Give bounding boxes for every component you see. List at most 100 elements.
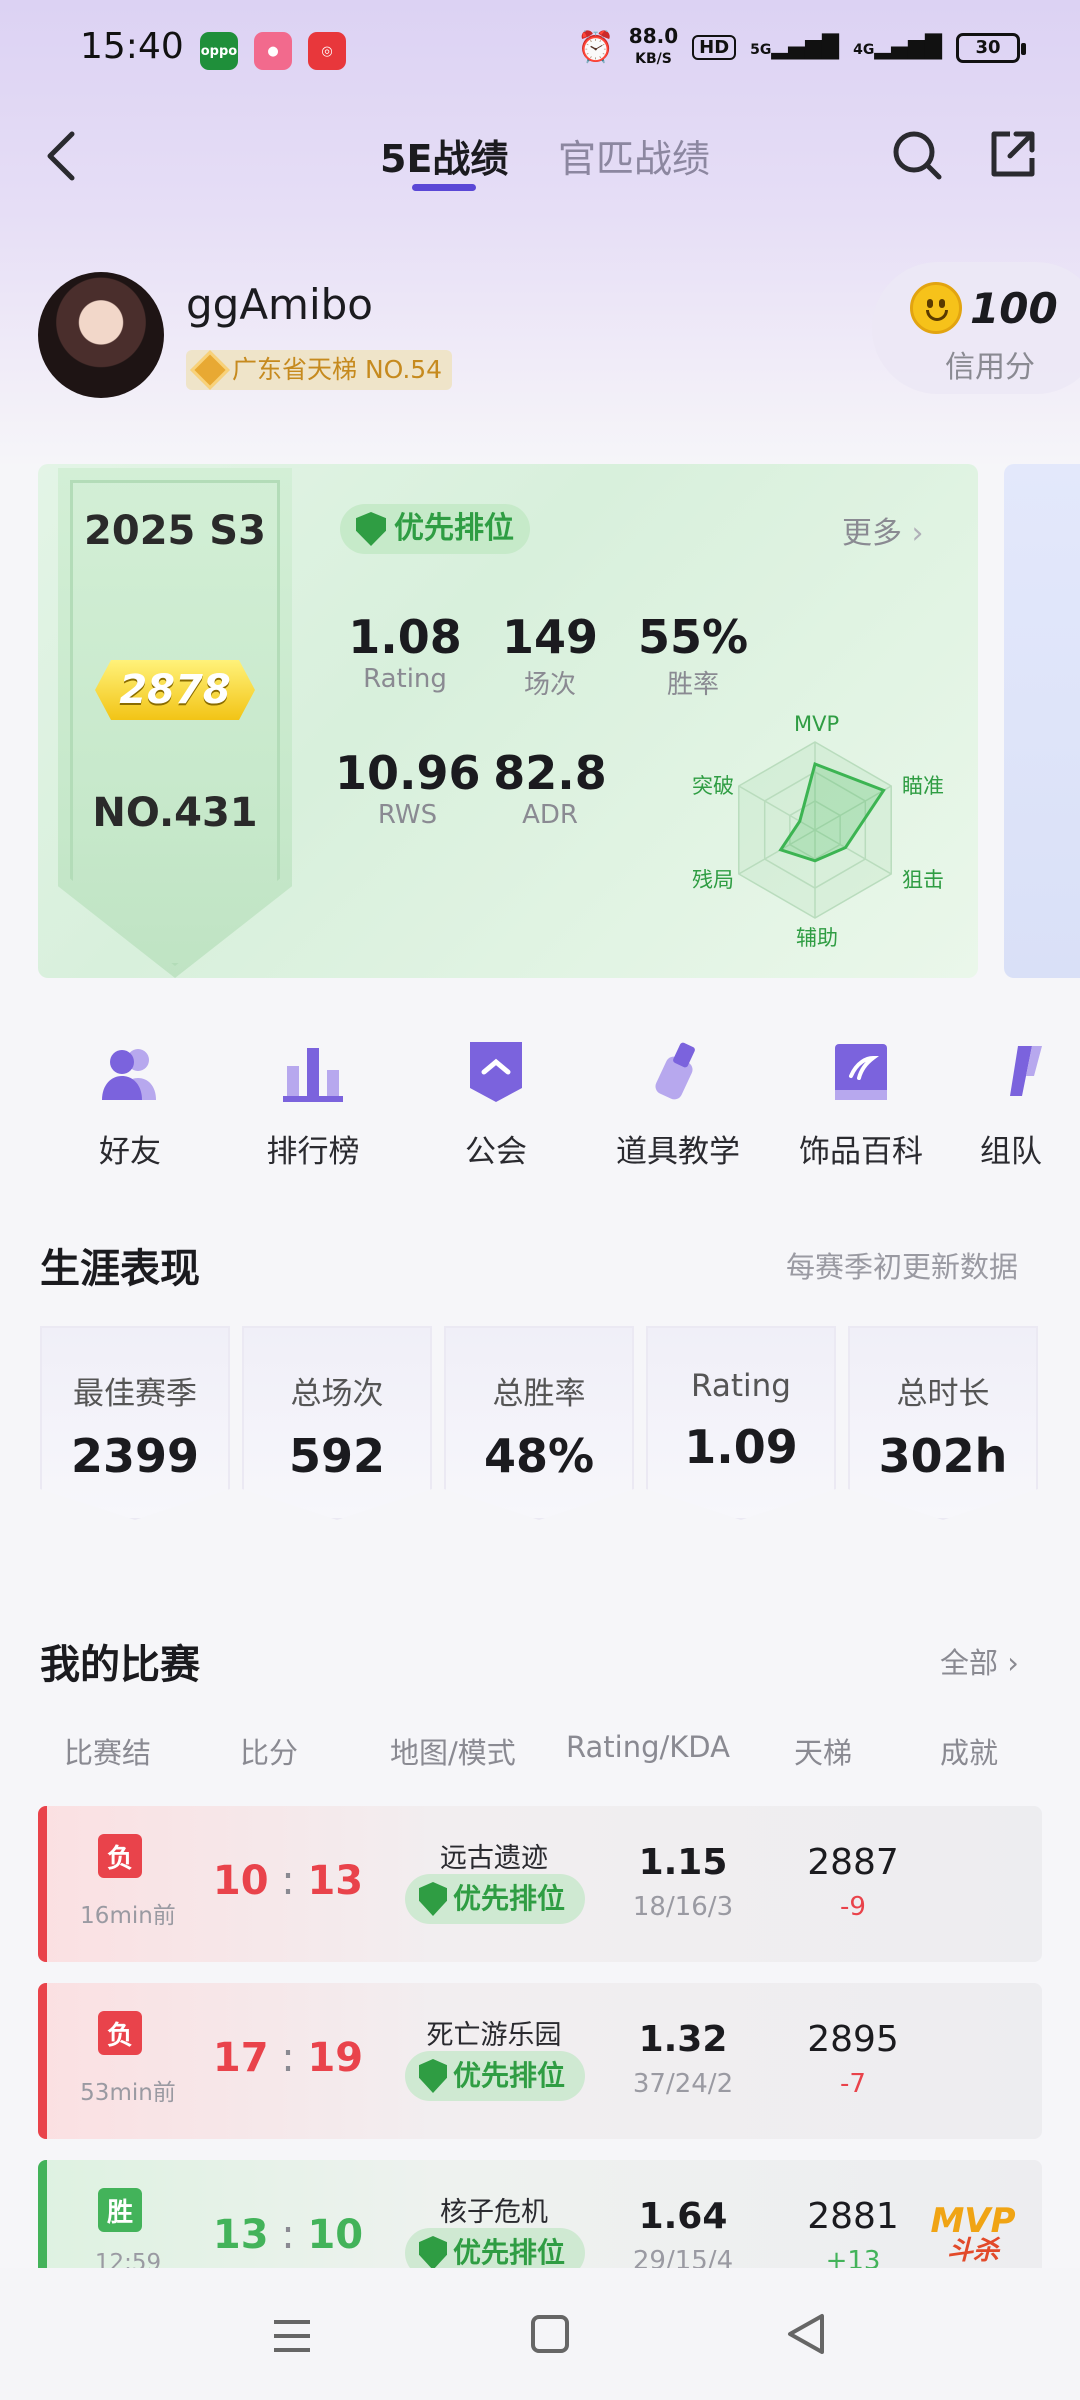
avatar[interactable] — [38, 272, 164, 398]
shield-icon — [419, 2236, 447, 2268]
ladder-delta: -7 — [840, 2069, 866, 2099]
radar-label-mvp: MVP — [794, 712, 840, 736]
header-background — [0, 0, 1080, 470]
chevron-right-icon: › — [911, 516, 924, 551]
leaderboard-icon — [283, 1048, 343, 1102]
smiley-icon — [910, 282, 962, 334]
menu-team[interactable]: 组队 — [954, 1040, 1080, 1171]
col-map-mode: 地图/模式 — [390, 1736, 516, 1770]
status-time: 15:40 — [80, 26, 184, 67]
back-icon[interactable] — [42, 128, 78, 184]
rank-score-badge: 2878 — [95, 660, 255, 720]
map-name: 远古遗迹 — [440, 1843, 548, 1874]
mvp-achievement-badge: MVP 斗杀 — [930, 2201, 1016, 2266]
ladder-score: 2881 — [807, 2196, 899, 2237]
ladder-delta: -9 — [840, 1892, 866, 1922]
username: ggAmibo — [186, 280, 373, 329]
diamond-icon — [190, 350, 230, 390]
credit-label: 信用分 — [945, 350, 1035, 385]
stat-rating: 1.08 Rating — [348, 610, 462, 694]
chevron-right-icon: › — [1007, 1646, 1019, 1680]
col-rating-kda: Rating/KDA — [566, 1730, 730, 1764]
career-card-rating: Rating 1.09 — [646, 1326, 836, 1520]
match-rating: 1.64 — [638, 2196, 728, 2237]
tab-official-record[interactable]: 官匹战绩 — [558, 128, 710, 183]
radar-label-clutch: 残局 — [692, 868, 734, 892]
match-row[interactable]: 负 53min前 17 : 19 死亡游乐园 优先排位 1.32 37/24/2… — [38, 1983, 1042, 2139]
menu-skin-encyclopedia[interactable]: 饰品百科 — [771, 1040, 951, 1171]
oppo-app-icon: oppo — [200, 32, 238, 70]
radar-label-entry: 突破 — [692, 774, 734, 798]
mode-badge: 优先排位 — [405, 2051, 585, 2101]
matches-all-link[interactable]: 全部 › — [940, 1640, 1019, 1682]
ladder-badge-label: 广东省天梯 NO.54 — [232, 355, 443, 384]
next-card-peek[interactable] — [1004, 464, 1080, 978]
signal-4g-icon: 4G▂▄▆█ — [853, 35, 942, 60]
shield-icon — [356, 512, 386, 546]
col-result: 比赛结 — [64, 1736, 152, 1770]
map-name: 核子危机 — [440, 2197, 548, 2228]
team-icon — [1010, 1046, 1042, 1096]
credit-score: 100 — [970, 284, 1058, 333]
red-app-icon: ◎ — [308, 32, 346, 70]
more-link[interactable]: 更多 › — [842, 508, 924, 552]
skin-book-icon — [835, 1044, 887, 1100]
stat-adr: 82.8 ADR — [493, 746, 607, 830]
col-ladder: 天梯 — [794, 1736, 853, 1770]
shield-icon — [419, 2059, 447, 2093]
ladder-score: 2895 — [807, 2019, 899, 2060]
friends-icon — [102, 1049, 156, 1100]
match-score: 10 : 13 — [212, 1858, 364, 1904]
system-nav-bar — [0, 2268, 1080, 2400]
stat-matches: 149 场次 — [501, 610, 599, 700]
ladder-score: 2887 — [807, 1842, 899, 1883]
rank-number: NO.431 — [92, 790, 258, 836]
result-bar — [38, 1983, 47, 2139]
hd-icon: HD — [692, 35, 737, 60]
result-bar — [38, 1806, 47, 1962]
career-card-winrate: 总胜率 48% — [444, 1326, 634, 1520]
match-kda: 37/24/2 — [632, 2069, 734, 2099]
result-badge: 负 — [98, 1834, 142, 1878]
alarm-icon: ⏰ — [577, 30, 615, 65]
tab-underline — [412, 184, 476, 191]
match-time: 12:59 — [94, 2250, 162, 2268]
col-score: 比分 — [240, 1736, 299, 1770]
home-icon[interactable] — [530, 2314, 570, 2354]
mode-badge: 优先排位 — [405, 1874, 585, 1924]
signal-5g-icon: 5G▂▄▆█ — [750, 35, 840, 60]
match-row[interactable]: 负 16min前 10 : 13 远古遗迹 优先排位 1.15 18/16/3 … — [38, 1806, 1042, 1962]
map-name: 死亡游乐园 — [426, 2020, 562, 2051]
share-icon[interactable] — [986, 128, 1040, 182]
menu-icon[interactable] — [270, 2316, 314, 2356]
match-kda: 29/15/4 — [632, 2246, 734, 2268]
menu-grenade-tutorial[interactable]: 道具教学 — [588, 1040, 768, 1171]
mode-badge: 优先排位 — [340, 504, 530, 554]
career-card-best-season: 最佳赛季 2399 — [40, 1326, 230, 1520]
shield-icon — [419, 1882, 447, 1916]
career-card-total-matches: 总场次 592 — [242, 1326, 432, 1520]
career-card-total-time: 总时长 302h — [848, 1326, 1038, 1520]
pink-app-icon: ● — [254, 32, 292, 70]
match-rating: 1.15 — [638, 1842, 728, 1883]
result-bar — [38, 2160, 47, 2268]
radar-label-aim: 瞄准 — [902, 774, 944, 798]
career-hint: 每赛季初更新数据 — [786, 1250, 1019, 1284]
match-row[interactable]: 胜 12:59 13 : 10 核子危机 优先排位 1.64 29/15/4 2… — [38, 2160, 1042, 2268]
ladder-badge[interactable]: 广东省天梯 NO.54 — [186, 350, 453, 390]
match-list[interactable]: 负 16min前 10 : 13 远古遗迹 优先排位 1.15 18/16/3 … — [0, 1800, 1080, 2268]
tab-5e-record[interactable]: 5E战绩 — [380, 128, 508, 183]
menu-friends[interactable]: 好友 — [40, 1040, 220, 1171]
stat-rws: 10.96 RWS — [335, 746, 481, 830]
menu-leaderboard[interactable]: 排行榜 — [223, 1040, 403, 1171]
menu-guild[interactable]: 公会 — [406, 1040, 586, 1171]
search-icon[interactable] — [890, 128, 944, 182]
back-triangle-icon[interactable] — [786, 2312, 826, 2356]
season-name: 2025 S3 — [84, 508, 266, 554]
matches-title: 我的比赛 — [40, 1642, 200, 1688]
match-rating: 1.32 — [638, 2019, 728, 2060]
match-kda: 18/16/3 — [632, 1892, 734, 1922]
ladder-delta: +13 — [825, 2246, 881, 2268]
grenade-icon — [655, 1042, 695, 1100]
result-badge: 负 — [98, 2011, 142, 2055]
